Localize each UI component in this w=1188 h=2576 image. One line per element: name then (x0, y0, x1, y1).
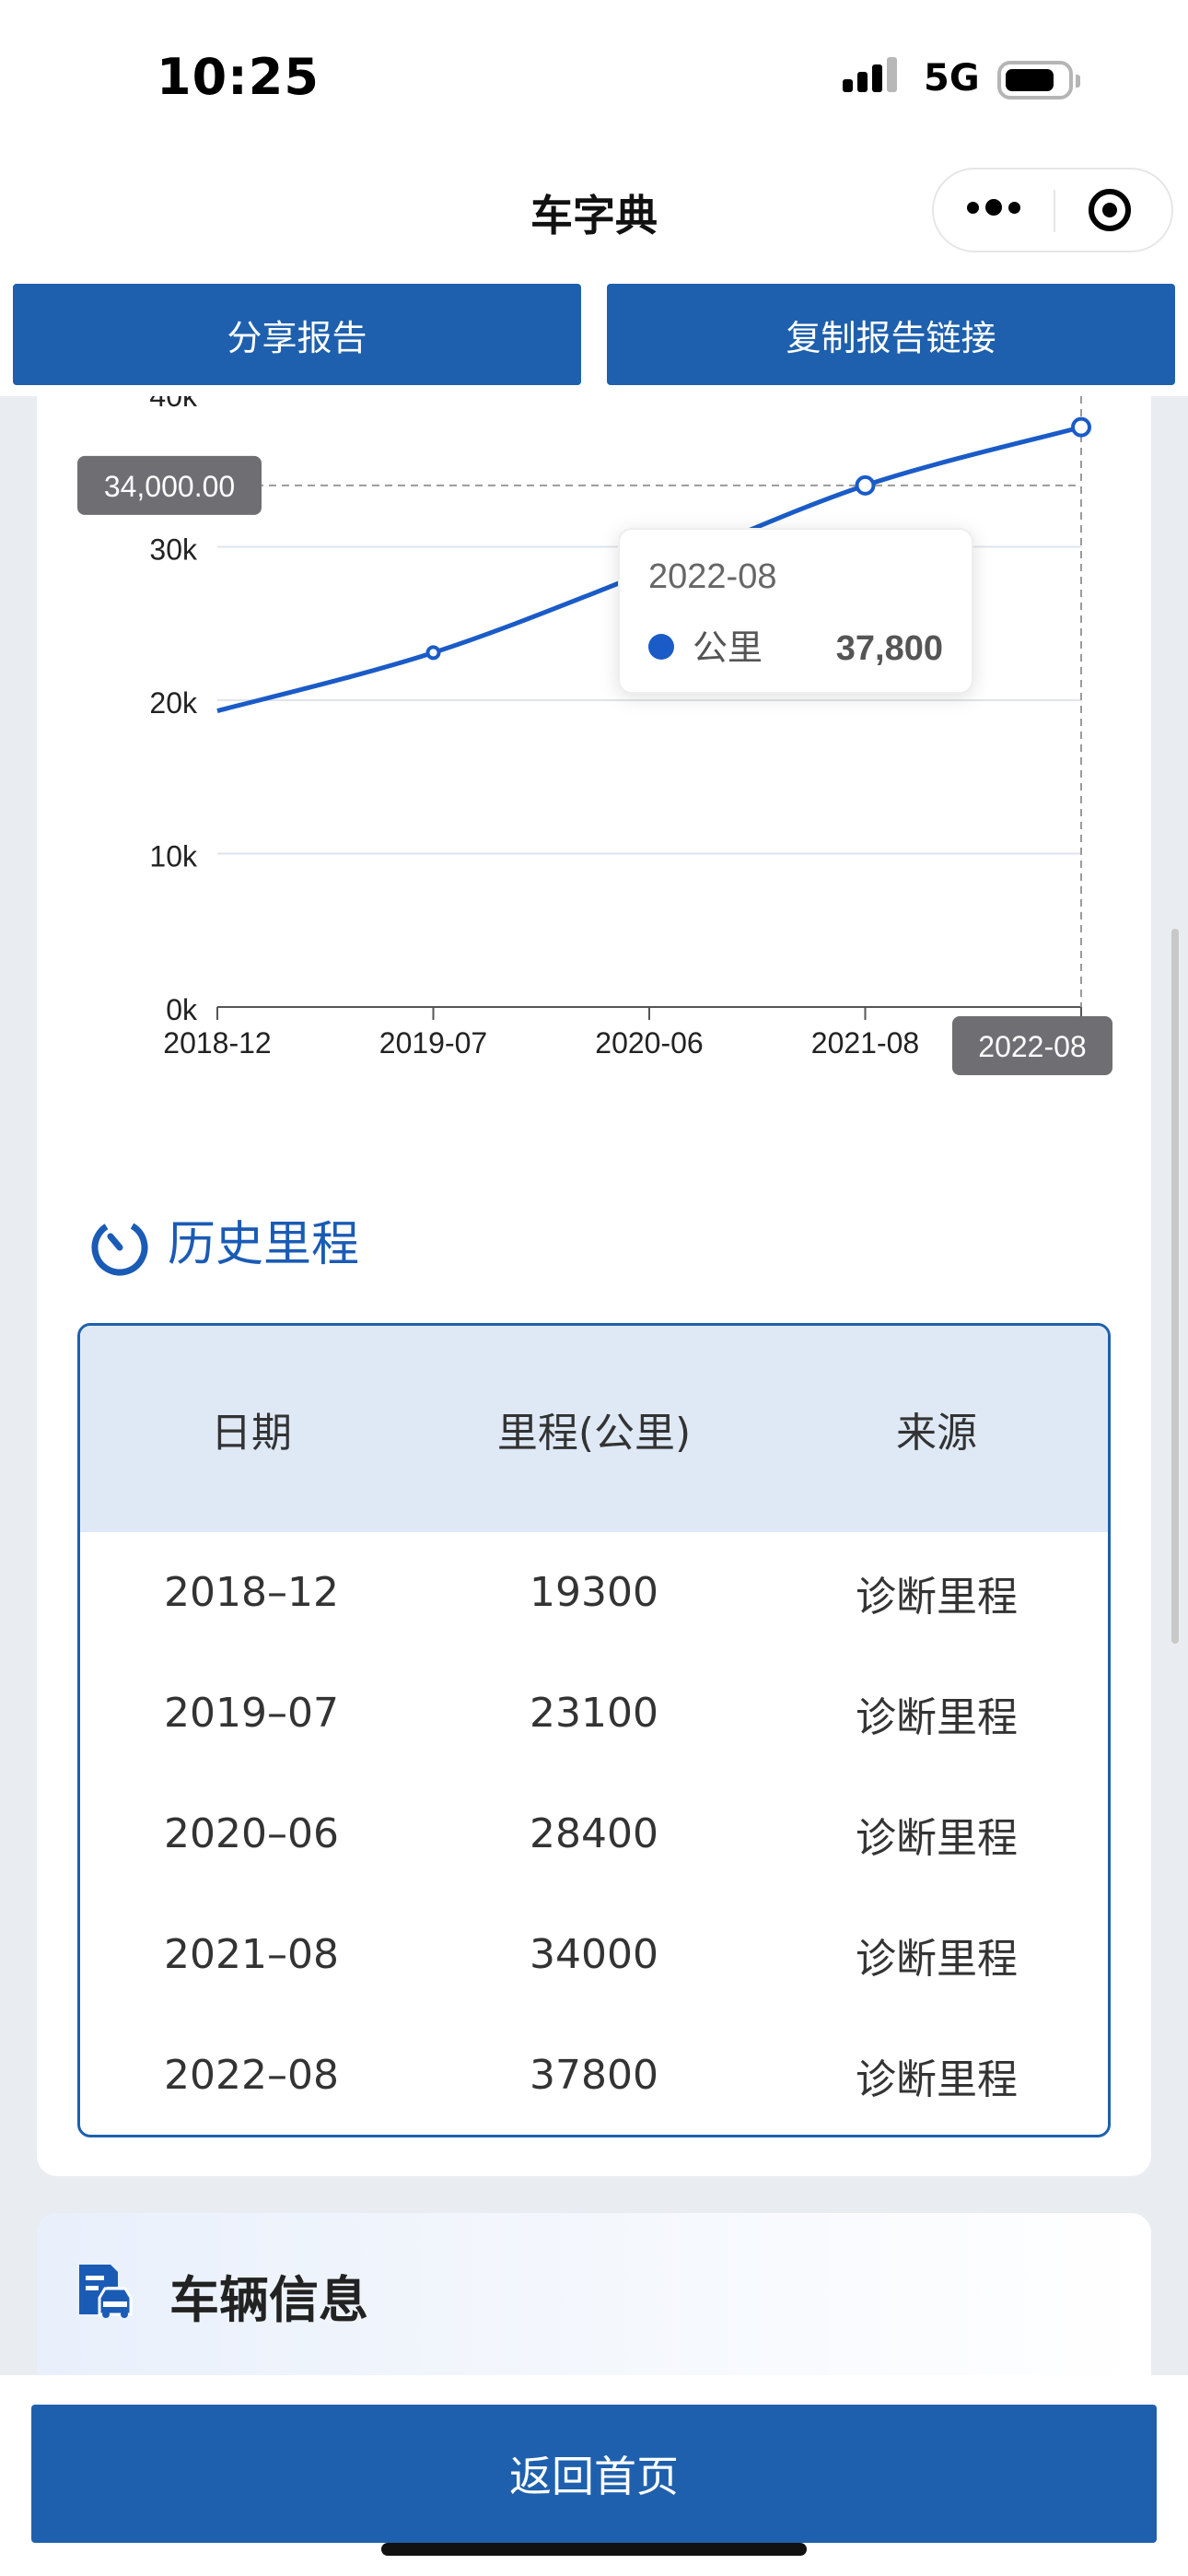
y-tick-label: 30k (149, 533, 198, 567)
cell-date: 2020–06 (164, 1810, 339, 1857)
cell-source: 诊断里程 (856, 1693, 1018, 1741)
battery-icon (997, 61, 1080, 100)
more-icon[interactable] (967, 199, 1027, 217)
column-date: 日期 (211, 1410, 292, 1457)
copy-report-link-button[interactable]: 复制报告链接 (607, 284, 1175, 385)
vehicle-report-icon (79, 2265, 133, 2318)
capsule-divider (1054, 190, 1055, 232)
crosshair-x-label: 2022-08 (978, 1030, 1086, 1063)
tooltip-date: 2022-08 (648, 557, 776, 596)
cell-source: 诊断里程 (856, 1935, 1018, 1983)
mileage-card: 0k 10k 20k 30k 40k 2018-12 2019-07 2020-06 2021-… (37, 396, 1151, 2176)
tooltip-series-name: 公里 (693, 629, 763, 668)
table-row: 2020–06 28400 诊断里程 (80, 1774, 1108, 1894)
cell-mileage: 28400 (530, 1810, 658, 1857)
scrollbar[interactable] (1171, 929, 1179, 1644)
x-tick-label: 2019-07 (379, 1026, 487, 1060)
cell-date: 2021–08 (164, 1931, 339, 1978)
vehicle-info-title: 车辆信息 (169, 2271, 368, 2329)
mini-program-capsule (932, 168, 1173, 252)
y-tick-label: 20k (149, 686, 198, 720)
history-table: 日期 里程(公里) 来源 2018–12 19300 诊断里程 2019–07 … (77, 1323, 1111, 2137)
y-tick-label: 40k (149, 396, 198, 413)
back-home-button[interactable]: 返回首页 (31, 2405, 1157, 2543)
column-mileage: 里程(公里) (496, 1410, 692, 1457)
close-target-icon[interactable] (1089, 189, 1131, 231)
table-header: 日期 里程(公里) 来源 (80, 1326, 1108, 1532)
share-report-button[interactable]: 分享报告 (13, 284, 581, 385)
cell-date: 2022–08 (164, 2052, 339, 2099)
history-mileage-title: 历史里程 (168, 1217, 360, 1272)
cell-source: 诊断里程 (856, 1814, 1018, 1862)
table-row: 2019–07 23100 诊断里程 (80, 1653, 1108, 1774)
x-tick-label: 2018-12 (163, 1026, 271, 1060)
cell-mileage: 34000 (530, 1931, 658, 1978)
cell-source: 诊断里程 (856, 2055, 1018, 2103)
tooltip-value: 37,800 (836, 629, 943, 668)
table-row: 2018–12 19300 诊断里程 (80, 1532, 1108, 1653)
data-point (425, 645, 441, 661)
tooltip-series-marker (648, 634, 674, 660)
mileage-chart[interactable]: 0k 10k 20k 30k 40k 2018-12 2019-07 2020-06 2021-… (37, 396, 1151, 1133)
x-tick-label: 2020-06 (595, 1026, 703, 1060)
cell-mileage: 23100 (530, 1690, 658, 1737)
vehicle-info-card: 车辆信息 (37, 2213, 1151, 2397)
table-row: 2021–08 34000 诊断里程 (80, 1894, 1108, 2015)
nav-bar: 车字典 (0, 157, 1188, 267)
y-tick-label: 10k (149, 840, 198, 873)
cell-date: 2019–07 (164, 1690, 339, 1737)
status-bar: 10:25 5G (0, 0, 1188, 157)
cell-mileage: 19300 (530, 1569, 658, 1616)
cell-source: 诊断里程 (856, 1573, 1018, 1621)
table-row: 2022–08 37800 诊断里程 (80, 2015, 1108, 2135)
action-bar: 分享报告 复制报告链接 (0, 267, 1188, 396)
home-indicator (381, 2543, 807, 2556)
table-body: 2018–12 19300 诊断里程 2019–07 23100 诊断里程 20… (80, 1532, 1108, 2135)
signal-icon (843, 57, 902, 92)
bottom-bar: 返回首页 (0, 2375, 1188, 2576)
cell-date: 2018–12 (164, 1569, 339, 1616)
network-type: 5G (924, 57, 980, 100)
status-time: 10:25 (157, 48, 320, 106)
crosshair-y-label: 34,000.00 (104, 470, 235, 503)
column-source: 来源 (896, 1410, 977, 1457)
data-point (1071, 416, 1091, 438)
tooltip-box (618, 528, 973, 694)
y-tick-label: 0k (166, 993, 198, 1026)
x-tick-label: 2021-08 (811, 1026, 919, 1060)
data-point (855, 474, 876, 496)
timer-icon (91, 1219, 148, 1276)
cell-mileage: 37800 (530, 2052, 658, 2099)
